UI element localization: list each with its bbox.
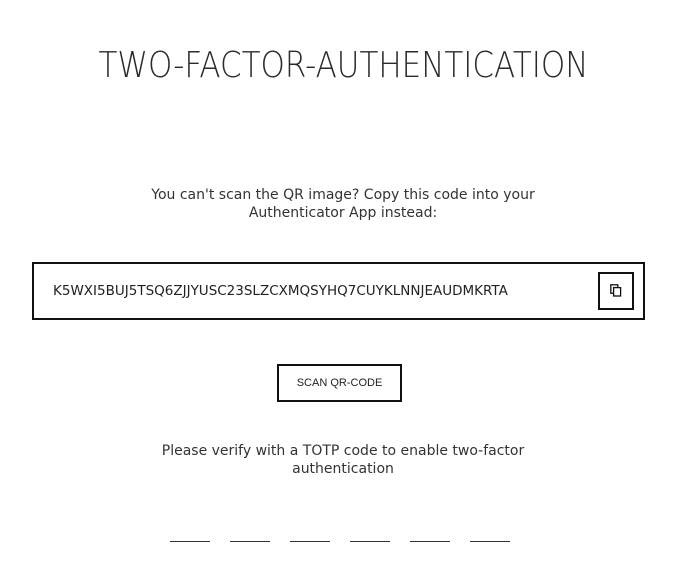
secret-code-box: K5WXI5BUJ5TSQ6ZJJYUSC23SLZCXMQSYHQ7CUYKL… xyxy=(32,262,645,320)
otp-digit-1[interactable] xyxy=(170,520,210,542)
otp-digit-6[interactable] xyxy=(470,520,510,542)
otp-digit-3[interactable] xyxy=(290,520,330,542)
verify-instructions: Please verify with a TOTP code to enable… xyxy=(161,443,525,477)
copy-icon xyxy=(610,282,622,301)
otp-digit-5[interactable] xyxy=(410,520,450,542)
otp-digit-2[interactable] xyxy=(230,520,270,542)
otp-input-group xyxy=(170,520,512,544)
scan-qr-code-button[interactable]: SCAN QR-CODE xyxy=(277,364,402,402)
copy-code-button[interactable] xyxy=(598,272,634,310)
manual-code-instructions: You can't scan the QR image? Copy this c… xyxy=(151,187,535,221)
otp-digit-4[interactable] xyxy=(350,520,390,542)
page-title: TWO-FACTOR-AUTHENTICATION xyxy=(98,45,589,86)
secret-code-text[interactable]: K5WXI5BUJ5TSQ6ZJJYUSC23SLZCXMQSYHQ7CUYKL… xyxy=(53,283,508,299)
